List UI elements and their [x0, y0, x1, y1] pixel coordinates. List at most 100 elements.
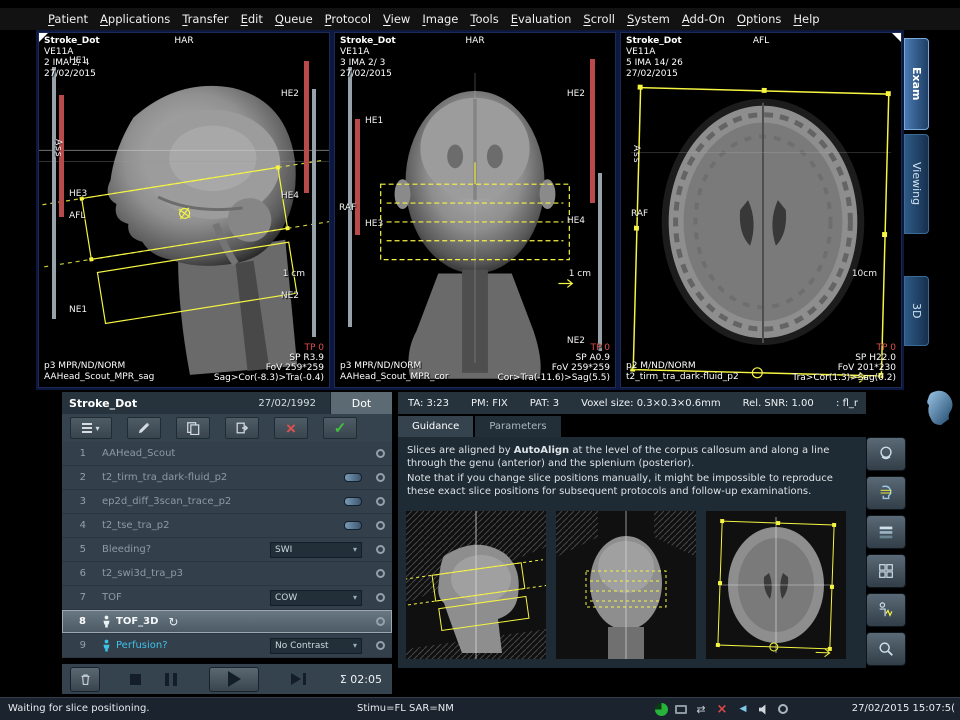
stop-button[interactable]: [130, 674, 141, 685]
slice-range-bar[interactable]: [52, 67, 56, 319]
menu-item-protocol[interactable]: Protocol: [325, 12, 371, 26]
copy-protocol-button[interactable]: [176, 417, 210, 439]
copy-reference-icon[interactable]: [376, 617, 385, 626]
slice-range-bar[interactable]: [598, 173, 602, 351]
viewport-sagittal[interactable]: Stroke_DotVE11A2 IMA 2/ 427/02/2015 HAR …: [38, 32, 330, 388]
table-position-icon[interactable]: [675, 705, 687, 714]
protocol-options-button[interactable]: ▾: [70, 417, 112, 439]
inline-display-toggle[interactable]: [344, 521, 362, 530]
slice-stack-bar[interactable]: [304, 61, 309, 193]
menu-item-patient[interactable]: Patient: [48, 12, 88, 26]
orientation-label: HAR: [335, 36, 615, 46]
viewport-coronal[interactable]: Stroke_DotVE11A3 IMA 2/ 327/02/2015 HAR …: [334, 32, 616, 388]
protocol-row-ep2d-diff-3scan-trace-p2[interactable]: 3ep2d_diff_3scan_trace_p2: [62, 490, 392, 514]
menu-item-image[interactable]: Image: [422, 12, 458, 26]
tab-parameters[interactable]: Parameters: [475, 416, 560, 437]
workflow-tabs: Exam Viewing 3D: [904, 30, 930, 390]
tab-viewing[interactable]: Viewing: [904, 134, 929, 234]
menu-item-system[interactable]: System: [627, 12, 670, 26]
pause-button[interactable]: [163, 673, 179, 686]
skip-button[interactable]: [291, 673, 306, 685]
tab-guidance[interactable]: Guidance: [398, 416, 473, 437]
menu-item-help[interactable]: Help: [793, 12, 819, 26]
protocol-name: t2_tse_tra_p2: [102, 520, 169, 531]
apply-button[interactable]: ✓: [323, 417, 357, 439]
slice-range-bar[interactable]: [312, 89, 316, 337]
protocol-row-t2-tirm-tra-dark-fluid-p2[interactable]: 2t2_tirm_tra_dark-fluid_p2: [62, 466, 392, 490]
record-icon[interactable]: [778, 704, 788, 714]
dot-tab[interactable]: Dot: [330, 392, 392, 414]
physio-display-button[interactable]: [866, 593, 906, 627]
error-icon[interactable]: ×: [715, 702, 729, 716]
protocol-row-t2-swi3d-tra-p3[interactable]: 6t2_swi3d_tra_p3: [62, 562, 392, 586]
slice-stack-bar[interactable]: [355, 119, 360, 235]
orientation-marker-he3: HE3: [365, 219, 383, 229]
image-text-line: FoV 259*259: [214, 363, 324, 373]
export-protocol-button[interactable]: [225, 417, 259, 439]
orientation-label: AFL: [621, 36, 901, 46]
resize-handle-icon[interactable]: [39, 33, 48, 42]
edit-protocol-button[interactable]: [127, 417, 161, 439]
contrast-option-dropdown[interactable]: SWI▾: [270, 542, 362, 558]
protocol-name: t2_swi3d_tra_p3: [102, 568, 183, 579]
copy-reference-icon[interactable]: [376, 569, 385, 578]
slice-preview-sagittal[interactable]: [406, 511, 546, 659]
image-stack-button[interactable]: [866, 515, 906, 549]
cancel-button[interactable]: ×: [274, 417, 308, 439]
menu-item-edit[interactable]: Edit: [241, 12, 263, 26]
inline-display-toggle[interactable]: [344, 497, 362, 506]
contrast-option-dropdown[interactable]: COW▾: [270, 590, 362, 606]
speaker-icon[interactable]: [757, 702, 771, 716]
protocol-row-tof[interactable]: 7TOFCOW▾: [62, 586, 392, 610]
menu-item-view[interactable]: View: [383, 12, 410, 26]
zoom-pan-button[interactable]: [866, 632, 906, 666]
right-toolbar: [866, 437, 910, 671]
image-annotation-bottomleft: p3 MPR/ND/NORMAAHead_Scout_MPR_cor: [340, 361, 449, 383]
protocol-row-t2-tse-tra-p2[interactable]: 4t2_tse_tra_p2: [62, 514, 392, 538]
copy-reference-icon[interactable]: [376, 449, 385, 458]
slice-preview-coronal[interactable]: [556, 511, 696, 659]
copy-reference-icon[interactable]: [376, 593, 385, 602]
resize-handle-icon[interactable]: [892, 33, 901, 42]
copy-reference-icon[interactable]: [376, 545, 385, 554]
patient-model-3d-button[interactable]: [920, 386, 958, 430]
orientation-marker-raf: RAF: [339, 203, 356, 213]
menu-item-scroll[interactable]: Scroll: [583, 12, 615, 26]
menu-item-queue[interactable]: Queue: [275, 12, 313, 26]
start-button[interactable]: [209, 667, 259, 692]
copy-reference-icon[interactable]: [376, 521, 385, 530]
slice-range-bar[interactable]: [348, 67, 352, 327]
system-load-icon[interactable]: [655, 703, 668, 716]
menu-item-add-on[interactable]: Add-On: [682, 12, 725, 26]
protocol-row-bleeding-[interactable]: 5Bleeding?SWI▾: [62, 538, 392, 562]
protocol-row-perfusion-[interactable]: 9Perfusion?No Contrast▾: [62, 634, 392, 658]
copy-reference-icon[interactable]: [376, 473, 385, 482]
copy-reference-icon[interactable]: [376, 497, 385, 506]
protocol-row-tof-3d[interactable]: 8TOF_3D↻: [62, 610, 392, 634]
listcaret-icon: [82, 423, 92, 433]
menu-item-tools[interactable]: Tools: [470, 12, 498, 26]
menu-item-evaluation[interactable]: Evaluation: [511, 12, 572, 26]
menu-item-applications[interactable]: Applications: [100, 12, 170, 26]
menu-item-transfer[interactable]: Transfer: [182, 12, 228, 26]
tab-3d[interactable]: 3D: [904, 276, 929, 346]
protocol-row-aahead-scout[interactable]: 1AAHead_Scout: [62, 442, 392, 466]
slice-preview-axial[interactable]: [706, 511, 846, 659]
data-flow-icon[interactable]: ◀: [736, 702, 750, 716]
tab-exam[interactable]: Exam: [904, 38, 929, 130]
slice-position-button[interactable]: [866, 476, 906, 510]
delete-protocol-button[interactable]: [70, 667, 100, 692]
contrast-option-dropdown[interactable]: No Contrast▾: [270, 638, 362, 654]
coil-selection-button[interactable]: [866, 437, 906, 471]
inline-display-toggle[interactable]: [344, 473, 362, 482]
image-text-line: p3 MPR/ND/NORM: [44, 361, 154, 372]
orientation-label: HAR: [39, 36, 329, 46]
physio-icon: [877, 601, 895, 619]
viewport-axial[interactable]: Stroke_DotVE11A5 IMA 14/ 2627/02/2015 AF…: [620, 32, 902, 388]
slice-stack-bar[interactable]: [590, 59, 595, 203]
transfer-icon[interactable]: ⇄: [694, 702, 708, 716]
copy-reference-icon[interactable]: [376, 641, 385, 650]
layout-grid-button[interactable]: [866, 554, 906, 588]
copy-icon: [186, 421, 200, 435]
menu-item-options[interactable]: Options: [737, 12, 781, 26]
